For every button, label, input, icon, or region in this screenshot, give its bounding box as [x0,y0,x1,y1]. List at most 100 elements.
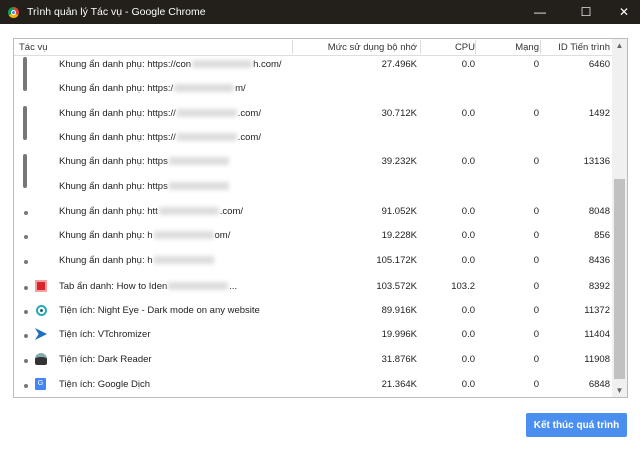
table-row[interactable]: Khung ẩn danh phụ: https [14,177,612,197]
table-row[interactable]: Khung ẩn danh phụ: https:/m/ [14,79,612,99]
task-table: Tác vụ Mức sử dụng bộ nhớ CPU Mạng ID Ti… [13,38,628,398]
pid-value: 8392 [588,281,610,292]
table-row[interactable]: Khung ẩn danh phụ: https 39.232K 0.0 0 13136 [14,152,612,188]
pid-value: 11372 [584,305,610,316]
network-value: 0 [533,281,539,292]
task-name: Tiện ích: VTchromizer [59,329,151,340]
memory-value: 91.052K [381,206,417,217]
task-name: Khung ẩn danh phụ: htt .com/ [59,206,244,217]
task-name: Tiện ích: Google Dịch [59,379,150,390]
cpu-value: 0.0 [461,379,475,390]
memory-value: 19.996K [381,329,417,340]
memory-value: 89.916K [381,305,417,316]
cpu-value: 0.0 [461,305,475,316]
network-value: 0 [533,329,539,340]
window-title: Trình quản lý Tác vụ - Google Chrome [27,6,206,18]
pid-value: 13136 [583,156,610,167]
pid-value: 1492 [588,108,610,119]
process-dot [24,235,28,239]
pid-value: 11404 [584,329,610,340]
task-name: Khung ẩn danh phụ: https [59,156,230,167]
scroll-down-icon[interactable]: ▼ [612,386,627,395]
close-button[interactable]: ✕ [604,0,640,24]
network-value: 0 [533,108,539,119]
process-dot [24,310,28,314]
memory-value: 103.572K [376,281,417,292]
pid-value: 8436 [588,255,610,266]
task-name: Khung ẩn danh phụ: https://.com/ [59,132,261,143]
memory-value: 27.496K [381,59,417,70]
process-dot [24,384,28,388]
table-row[interactable]: Khung ẩn danh phụ: h om/19.228K 0.0 0 856 [14,226,612,246]
task-name: Tiện ích: Night Eye - Dark mode on any w… [59,305,260,316]
task-name: Tiện ích: Dark Reader [59,354,152,365]
process-dot [24,359,28,363]
memory-value: 39.232K [381,156,417,167]
col-cpu[interactable]: CPU [455,42,475,53]
cpu-value: 0.0 [461,255,475,266]
task-name: Khung ẩn danh phụ: https [59,181,230,192]
table-row[interactable]: Khung ẩn danh phụ: https://.com/30.712K 0… [14,104,612,140]
table-row[interactable]: Khung ẩn danh phụ: https://con h.com/27.4… [14,55,612,91]
cpu-value: 0.0 [461,354,475,365]
table-row[interactable]: Khung ẩn danh phụ: htt .com/91.052K 0.0 0 80… [14,202,612,222]
memory-value: 19.228K [381,230,417,241]
cpu-value: 0.0 [461,108,475,119]
table-row[interactable]: Tiện ích: Night Eye - Dark mode on any w… [14,301,612,321]
table-row[interactable]: G Tiện ích: Google Dịch 21.364K 0.0 0 6848 [14,375,612,395]
table-row[interactable]: Tab ẩn danh: How to Iden... 103.572K 103.2… [14,277,612,297]
network-value: 0 [533,354,539,365]
pid-value: 11908 [584,354,610,365]
task-name: Tab ẩn danh: How to Iden... [59,281,238,292]
scrollbar-thumb[interactable] [614,179,625,379]
table-row[interactable]: Khung ẩn danh phụ: h 105.172K 0.0 0 8436 [14,251,612,271]
memory-value: 31.876K [381,354,417,365]
pid-value: 6848 [588,379,610,390]
google-translate-icon: G [35,378,48,391]
dark-reader-icon [35,353,48,366]
memory-value: 21.364K [381,379,417,390]
process-dot [24,286,28,290]
table-row[interactable]: Khung ẩn danh phụ: https://.com/ [14,128,612,148]
cpu-value: 0.0 [461,329,475,340]
pid-value: 6460 [588,59,610,70]
col-task[interactable]: Tác vụ [19,42,48,53]
night-eye-icon [35,304,48,317]
cpu-value: 0.0 [461,156,475,167]
table-header: Tác vụ Mức sử dụng bộ nhớ CPU Mạng ID Ti… [14,39,612,56]
network-value: 0 [533,305,539,316]
col-memory[interactable]: Mức sử dụng bộ nhớ [328,42,417,53]
memory-value: 30.712K [381,108,417,119]
memory-value: 105.172K [376,255,417,266]
process-dot [24,334,28,338]
chrome-icon [8,6,19,18]
end-process-button[interactable]: Kết thúc quá trình [526,413,627,437]
table-row[interactable]: Tiện ích: VTchromizer 19.996K 0.0 0 11404 [14,325,612,345]
process-dot [24,211,28,215]
task-name: Khung ẩn danh phụ: https:/m/ [59,83,246,94]
scrollbar[interactable]: ▲ ▼ [612,39,627,397]
network-value: 0 [533,255,539,266]
task-name: Khung ẩn danh phụ: h [59,255,215,266]
process-dot [24,260,28,264]
pid-value: 8048 [588,206,610,217]
maximize-button[interactable]: ☐ [566,0,606,24]
minimize-button[interactable]: — [520,0,560,24]
table-row[interactable]: Tiện ích: Dark Reader 31.876K 0.0 0 11908 [14,350,612,370]
vtchromizer-icon [35,328,48,341]
task-name: Khung ẩn danh phụ: https://.com/ [59,108,261,119]
cpu-value: 0.0 [461,206,475,217]
col-pid[interactable]: ID Tiến trình [558,42,610,53]
task-name: Khung ẩn danh phụ: https://con h.com/ [59,59,282,70]
network-value: 0 [533,379,539,390]
cpu-value: 103.2 [451,281,475,292]
scroll-up-icon[interactable]: ▲ [612,41,627,50]
site-icon [35,280,48,293]
network-value: 0 [533,230,539,241]
network-value: 0 [533,206,539,217]
network-value: 0 [533,156,539,167]
col-network[interactable]: Mạng [515,42,539,53]
network-value: 0 [533,59,539,70]
cpu-value: 0.0 [461,230,475,241]
pid-value: 856 [594,230,610,241]
